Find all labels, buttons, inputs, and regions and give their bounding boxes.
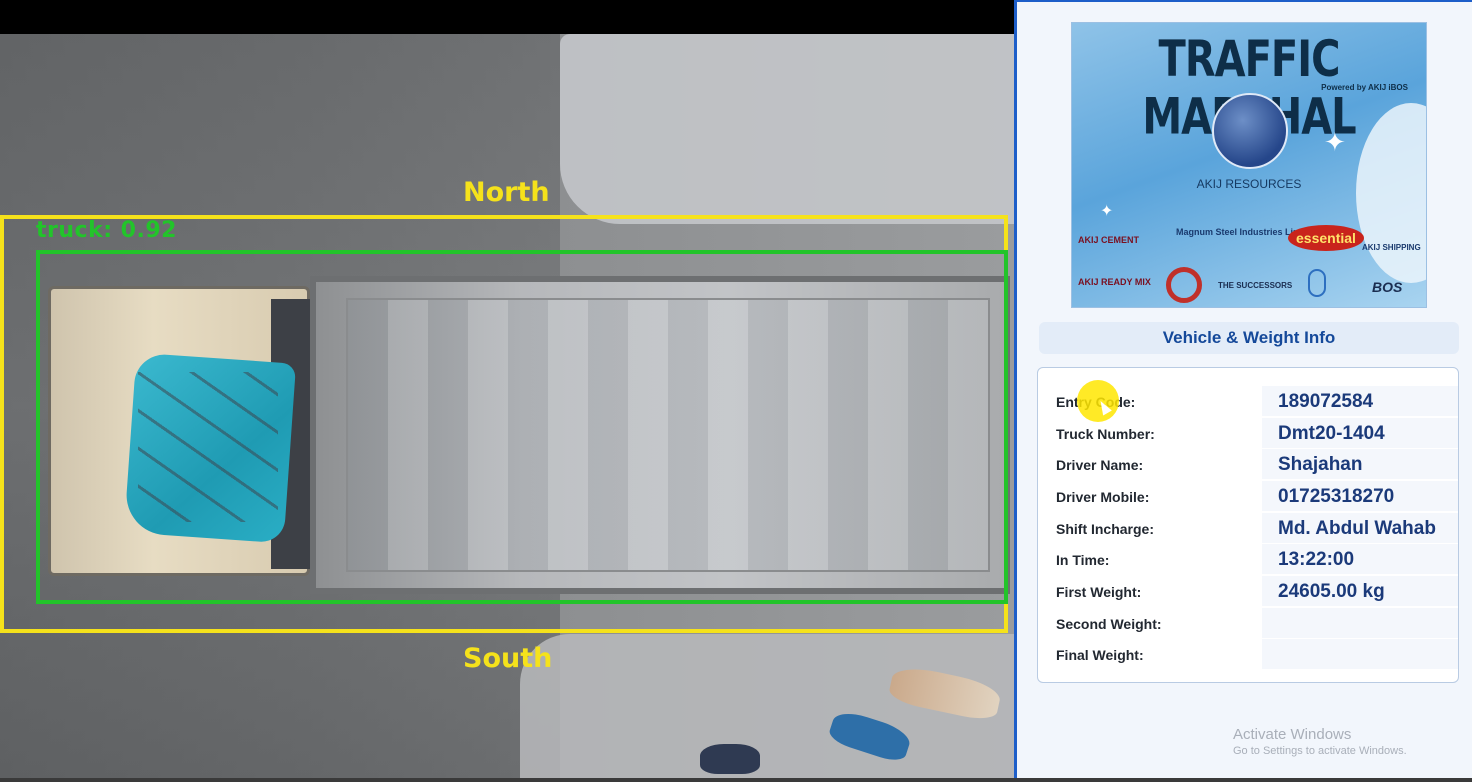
truck-number-row: Truck Number: Dmt20-1404	[1056, 418, 1458, 448]
watermark-title: Activate Windows	[1233, 726, 1352, 743]
first-weight-row: First Weight: 24605.00 kg	[1056, 576, 1458, 606]
driver-mobile-label: Driver Mobile:	[1056, 489, 1150, 505]
detection-bounding-box	[36, 250, 1008, 604]
final-weight-label: Final Weight:	[1056, 647, 1144, 663]
first-weight-value: 24605.00 kg	[1262, 576, 1458, 606]
person-figure	[700, 744, 760, 774]
in-time-label: In Time:	[1056, 552, 1110, 568]
entry-code-value: 189072584	[1262, 386, 1458, 416]
essential-logo: essential	[1288, 225, 1364, 251]
blue-pill-logo-icon	[1308, 269, 1326, 297]
resources-logo-text: AKIJ RESOURCES	[1196, 177, 1302, 191]
section-title: Vehicle & Weight Info	[1039, 322, 1459, 354]
driver-mobile-value: 01725318270	[1262, 481, 1458, 511]
second-weight-label: Second Weight:	[1056, 616, 1162, 632]
first-weight-label: First Weight:	[1056, 584, 1142, 600]
driver-name-value: Shajahan	[1262, 449, 1458, 479]
in-time-value: 13:22:00	[1262, 544, 1458, 574]
globe-icon	[1212, 93, 1288, 169]
driver-name-label: Driver Name:	[1056, 457, 1144, 473]
sparkle-icon: ✦	[1324, 127, 1346, 157]
south-label: South	[463, 643, 553, 674]
bottom-edge	[0, 778, 1472, 782]
bos-logo: BOS	[1372, 279, 1403, 295]
shift-incharge-label: Shift Incharge:	[1056, 521, 1155, 537]
shift-incharge-row: Shift Incharge: Md. Abdul Wahab	[1056, 513, 1458, 543]
shift-incharge-value: Md. Abdul Wahab	[1262, 513, 1458, 543]
final-weight-row: Final Weight:	[1056, 639, 1458, 669]
akij-cement-logo: AKIJ CEMENT	[1078, 235, 1140, 245]
successors-logo: THE SUCCESSORS	[1218, 281, 1293, 290]
akij-shipping-logo: AKIJ SHIPPING	[1362, 243, 1421, 252]
north-label: North	[463, 177, 550, 208]
watermark-subtitle: Go to Settings to activate Windows.	[1233, 745, 1407, 757]
second-weight-row: Second Weight:	[1056, 608, 1458, 638]
in-time-row: In Time: 13:22:00	[1056, 544, 1458, 574]
driver-mobile-row: Driver Mobile: 01725318270	[1056, 481, 1458, 511]
banner-subtitle: Powered by AKIJ iBOS	[1321, 83, 1408, 92]
akij-ready-mix-logo: AKIJ READY MIX	[1078, 277, 1151, 287]
driver-name-row: Driver Name: Shajahan	[1056, 449, 1458, 479]
truck-number-value: Dmt20-1404	[1262, 418, 1458, 448]
camera-frame: North South truck: 0.92	[0, 34, 1014, 778]
second-weight-value	[1262, 608, 1458, 638]
gear-logo-icon	[1166, 267, 1202, 303]
windows-activation-watermark: Activate Windows Go to Settings to activ…	[1233, 726, 1407, 757]
ground-patch-top	[560, 34, 1014, 224]
camera-feed: North South truck: 0.92	[0, 0, 1014, 782]
final-weight-value	[1262, 639, 1458, 669]
truck-number-label: Truck Number:	[1056, 426, 1155, 442]
traffic-marshal-banner: TRAFFIC MARSHAL Powered by AKIJ iBOS ✦ ✦…	[1071, 22, 1427, 308]
detection-label: truck: 0.92	[36, 218, 177, 243]
sparkle-icon: ✦	[1100, 203, 1114, 220]
